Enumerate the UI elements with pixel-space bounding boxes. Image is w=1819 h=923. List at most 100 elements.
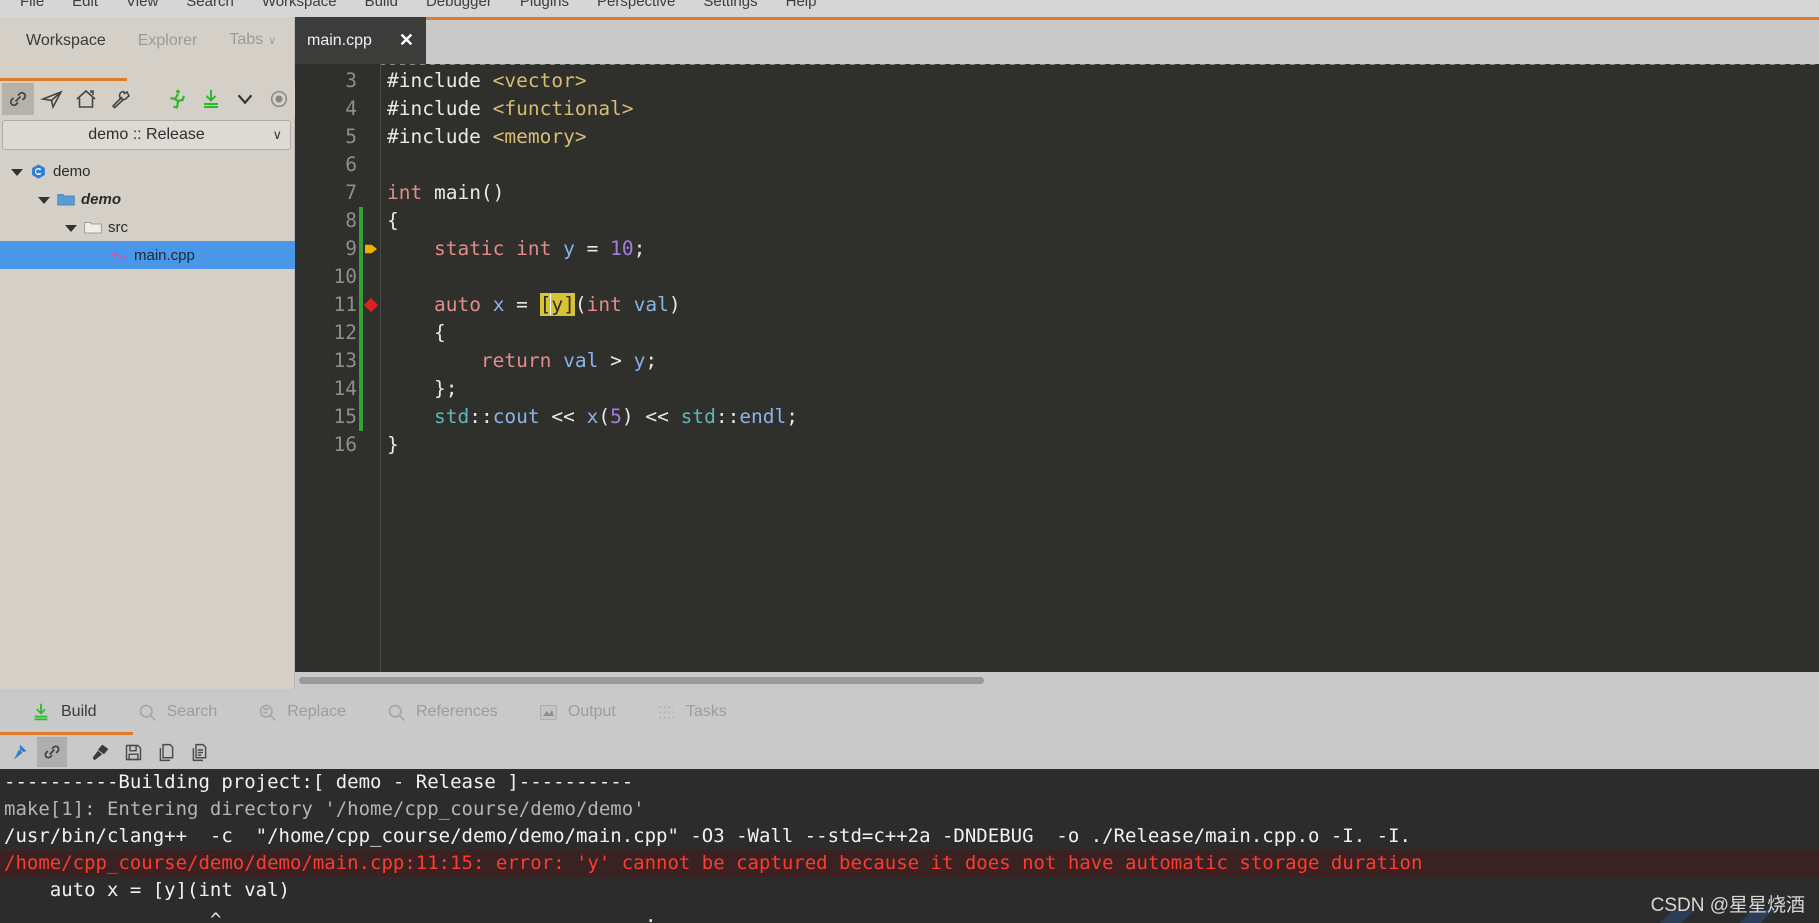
copy-icon[interactable] (151, 737, 181, 767)
menu-item-file[interactable]: File (6, 0, 58, 16)
dock-toolbar (0, 735, 1819, 769)
link-icon[interactable] (37, 737, 67, 767)
code-token: #include (387, 69, 493, 92)
pin-icon[interactable] (4, 737, 34, 767)
build-console[interactable]: ----------Building project:[ demo - Rele… (0, 769, 1819, 923)
dock-tab-output[interactable]: Output (518, 689, 636, 735)
code-line[interactable]: 5 #include <memory> (295, 123, 1819, 151)
code-line[interactable]: 12 { (295, 319, 1819, 347)
tree-item-label: demo (81, 190, 122, 208)
chevron-down-icon[interactable] (229, 83, 261, 115)
code-line-text: int main() (387, 179, 504, 207)
bookmark-marker-icon[interactable] (365, 244, 377, 254)
code-line[interactable]: 3 #include <vector> (295, 67, 1819, 95)
breakpoint-marker-icon[interactable] (363, 297, 379, 313)
code-token: endl (739, 405, 787, 428)
search-icon (137, 702, 158, 723)
code-line-text: #include <functional> (387, 95, 634, 123)
replace-icon (257, 702, 278, 723)
clear-brush-icon[interactable] (85, 737, 115, 767)
menu-item-edit[interactable]: Edit (58, 0, 112, 16)
code-line[interactable]: 7 int main() (295, 179, 1819, 207)
code-line[interactable]: 9 static int y = 10; (295, 235, 1819, 263)
close-icon[interactable]: ✕ (399, 30, 414, 51)
code-view[interactable]: 3 #include <vector> 4 #include <functional>… (295, 64, 1819, 672)
dock-tab-tasks[interactable]: Tasks (636, 689, 747, 735)
menu-item-plugins[interactable]: Plugins (506, 0, 583, 16)
code-token: cout (492, 405, 540, 428)
dock-tab-label: Output (567, 703, 616, 720)
code-token: ; (786, 405, 799, 428)
code-line[interactable]: 11 auto x = [y](int val) (295, 291, 1819, 319)
line-number: 4 (345, 97, 357, 120)
code-token: y (563, 237, 575, 260)
code-line[interactable]: 6 (295, 151, 1819, 179)
console-error-line[interactable]: /home/cpp_course/demo/demo/main.cpp:11:1… (0, 850, 1819, 877)
code-line[interactable]: 14 }; (295, 375, 1819, 403)
code-line[interactable]: 16} (295, 431, 1819, 459)
code-line[interactable]: 10 (295, 263, 1819, 291)
chevron-down-icon[interactable] (10, 165, 23, 178)
workspace-tab-tabs[interactable]: Tabs ∨ (213, 17, 292, 64)
menu-bar: File Edit View Search Workspace Build Debugger… (0, 0, 1819, 17)
dock-tab-search[interactable]: Search (117, 689, 238, 735)
line-number: 15 (333, 405, 357, 428)
line-number: 9 (345, 237, 357, 260)
folder-blue-icon (57, 191, 75, 207)
build-target-combo[interactable]: demo :: Release ∨ (2, 120, 291, 150)
workspace-toolbar (0, 81, 295, 117)
dock-tab-replace[interactable]: Replace (237, 689, 366, 735)
menu-item-build[interactable]: Build (351, 0, 412, 16)
code-token: 10 (610, 237, 634, 260)
tree-item-demo[interactable]: demo (0, 185, 295, 213)
chevron-down-icon[interactable]: ∨ (268, 35, 276, 47)
copy-all-icon[interactable] (184, 737, 214, 767)
menu-item-settings[interactable]: Settings (689, 0, 771, 16)
dock-tab-build[interactable]: Build (10, 689, 117, 735)
editor-hscrollbar[interactable] (295, 672, 1819, 689)
chevron-down-icon[interactable] (37, 193, 50, 206)
run-icon[interactable] (161, 83, 193, 115)
wrench-icon[interactable] (104, 83, 136, 115)
code-token: std (433, 405, 470, 428)
dock-tab-references[interactable]: References (366, 689, 518, 735)
workspace-tab-workspace[interactable]: Workspace (10, 18, 122, 64)
home-icon[interactable] (70, 83, 102, 115)
code-line[interactable]: 13 return val > y; (295, 347, 1819, 375)
tree-item-src[interactable]: src (0, 213, 295, 241)
ide-window: File Edit View Search Workspace Build Debugger… (0, 0, 1819, 923)
code-line-text: }; (387, 375, 458, 403)
link-icon[interactable] (2, 83, 34, 115)
folder-outline-icon (84, 219, 102, 235)
menu-item-debugger[interactable]: Debugger (412, 0, 506, 16)
menu-item-help[interactable]: Help (772, 0, 831, 16)
build-icon[interactable] (195, 83, 227, 115)
workspace-panel: Workspace Explorer Tabs ∨ demo:: Releas… (0, 17, 295, 689)
line-number: 3 (345, 69, 357, 92)
code-token: = (504, 293, 540, 316)
tree-item-demo[interactable]: demo (0, 157, 295, 185)
chevron-down-icon[interactable]: ∨ (272, 127, 282, 143)
menu-item-search[interactable]: Search (172, 0, 248, 16)
chevron-down-icon[interactable] (64, 221, 77, 234)
console-line: make[1]: Entering directory '/home/cpp_c… (4, 798, 645, 820)
code-token: auto (433, 293, 481, 316)
menu-item-perspective[interactable]: Perspective (583, 0, 689, 16)
code-line[interactable]: 15 std::cout << x(5) << std::endl; (295, 403, 1819, 431)
editor-hscrollbar-thumb[interactable] (299, 677, 984, 684)
code-token: <memory> (492, 125, 587, 148)
code-line[interactable]: 4 #include <functional> (295, 95, 1819, 123)
code-token: :: (469, 405, 493, 428)
editor-tab-main-cpp[interactable]: main.cpp ✕ (295, 17, 426, 64)
code-line[interactable]: 8{ (295, 207, 1819, 235)
save-icon[interactable] (118, 737, 148, 767)
record-icon[interactable] (263, 83, 295, 115)
tree-item-main-cpp[interactable]: main.cpp (0, 241, 295, 269)
send-icon[interactable] (36, 83, 68, 115)
menu-item-workspace[interactable]: Workspace (248, 0, 351, 16)
menu-item-view[interactable]: View (112, 0, 172, 16)
workspace-tab-explorer[interactable]: Explorer (122, 18, 214, 64)
